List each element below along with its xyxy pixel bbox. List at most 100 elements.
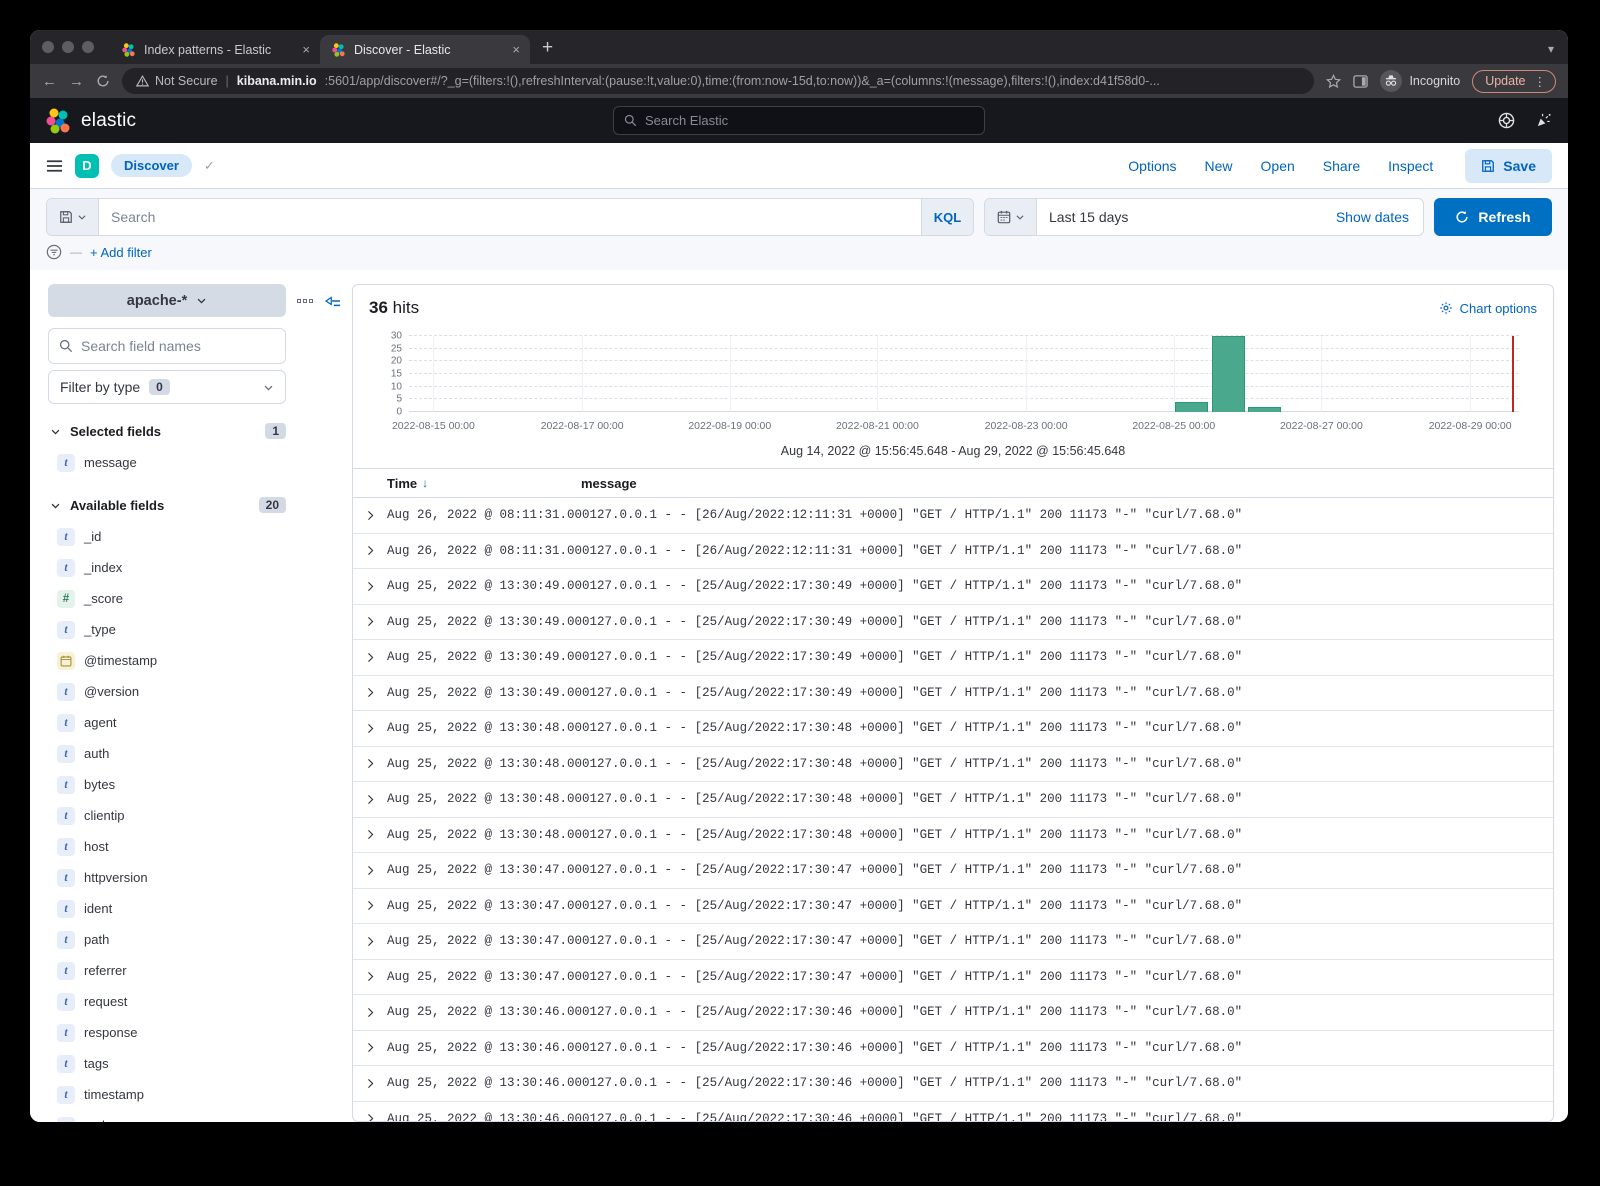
tab-index-patterns[interactable]: Index patterns - Elastic × <box>110 35 320 64</box>
back-icon[interactable]: ← <box>42 74 57 89</box>
expand-row-button[interactable] <box>353 652 387 663</box>
expand-row-button[interactable] <box>353 900 387 911</box>
inspect-button[interactable]: Inspect <box>1388 158 1433 174</box>
minimize-window-button[interactable] <box>62 41 74 53</box>
time-column-header[interactable]: Time↓ <box>387 476 581 491</box>
field-item-type[interactable]: t_type <box>48 614 286 645</box>
field-item-timestamp[interactable]: @timestamp <box>48 645 286 676</box>
forward-icon[interactable]: → <box>69 74 84 89</box>
chart-options-button[interactable]: Chart options <box>1439 301 1537 316</box>
field-item-response[interactable]: tresponse <box>48 1017 286 1048</box>
expand-row-button[interactable] <box>353 1078 387 1089</box>
histogram-bar[interactable] <box>1175 402 1208 412</box>
expand-row-button[interactable] <box>353 723 387 734</box>
histogram-chart[interactable]: 051015202530 <box>409 336 1519 412</box>
help-icon[interactable] <box>1498 112 1515 129</box>
options-button[interactable]: Options <box>1128 158 1176 174</box>
field-item-tags[interactable]: ttags <box>48 1048 286 1079</box>
collapse-sidebar-icon[interactable] <box>325 294 341 308</box>
expand-row-button[interactable] <box>353 687 387 698</box>
sort-descending-icon[interactable]: ↓ <box>422 476 428 490</box>
not-secure-warning[interactable]: Not Secure <box>136 74 218 88</box>
tab-discover[interactable]: Discover - Elastic × <box>320 35 530 64</box>
search-input[interactable] <box>111 209 909 225</box>
window-controls[interactable] <box>42 30 94 64</box>
update-browser-button[interactable]: Update⋮ <box>1472 70 1556 93</box>
bookmark-star-icon[interactable] <box>1326 74 1341 89</box>
elastic-favicon-icon <box>122 43 136 57</box>
global-search-input[interactable] <box>645 113 974 128</box>
close-window-button[interactable] <box>42 41 54 53</box>
expand-row-button[interactable] <box>353 545 387 556</box>
close-tab-icon[interactable]: × <box>302 42 310 57</box>
show-dates-button[interactable]: Show dates <box>1322 199 1423 235</box>
date-quick-menu-button[interactable] <box>985 199 1037 235</box>
add-filter-button[interactable]: + Add filter <box>90 245 152 260</box>
expand-row-button[interactable] <box>353 829 387 840</box>
text-type-icon: t <box>57 1024 75 1042</box>
close-tab-icon[interactable]: × <box>512 42 520 57</box>
message-column-header[interactable]: message <box>581 476 637 491</box>
global-search[interactable] <box>613 106 985 135</box>
field-item-auth[interactable]: tauth <box>48 738 286 769</box>
field-item-request[interactable]: trequest <box>48 986 286 1017</box>
saved-query-menu-button[interactable] <box>47 199 99 235</box>
field-item-httpversion[interactable]: thttpversion <box>48 862 286 893</box>
available-fields-header[interactable]: Available fields 20 <box>48 497 286 513</box>
browser-menu-icon[interactable]: ⋮ <box>1534 74 1548 89</box>
newsfeed-icon[interactable] <box>1535 112 1552 129</box>
field-item-verb[interactable]: tverb <box>48 1110 286 1122</box>
expand-row-button[interactable] <box>353 581 387 592</box>
expand-row-button[interactable] <box>353 794 387 805</box>
refresh-button[interactable]: Refresh <box>1434 198 1552 236</box>
field-item-timestamp[interactable]: ttimestamp <box>48 1079 286 1110</box>
maximize-window-button[interactable] <box>82 41 94 53</box>
kql-search-box[interactable]: KQL <box>46 198 974 236</box>
expand-row-button[interactable] <box>353 758 387 769</box>
url-host: kibana.min.io <box>237 74 317 88</box>
expand-row-button[interactable] <box>353 616 387 627</box>
reload-icon[interactable] <box>96 74 110 88</box>
field-search-input[interactable] <box>81 338 275 354</box>
expand-row-button[interactable] <box>353 1007 387 1018</box>
kql-toggle-button[interactable]: KQL <box>921 199 973 235</box>
field-item-ident[interactable]: tident <box>48 893 286 924</box>
filter-icon[interactable] <box>46 244 62 260</box>
timerange-value[interactable]: Last 15 days <box>1037 199 1322 235</box>
histogram-bar[interactable] <box>1212 336 1245 412</box>
open-button[interactable]: Open <box>1261 158 1295 174</box>
url-bar[interactable]: Not Secure | kibana.min.io :5601/app/dis… <box>122 68 1314 94</box>
field-options-icon[interactable] <box>297 299 313 303</box>
field-item-path[interactable]: tpath <box>48 924 286 955</box>
expand-row-button[interactable] <box>353 936 387 947</box>
filter-by-type-dropdown[interactable]: Filter by type 0 <box>48 370 286 404</box>
field-item-referrer[interactable]: treferrer <box>48 955 286 986</box>
expand-row-button[interactable] <box>353 971 387 982</box>
field-item-clientip[interactable]: tclientip <box>48 800 286 831</box>
expand-row-button[interactable] <box>353 1113 387 1121</box>
field-item-bytes[interactable]: tbytes <box>48 769 286 800</box>
field-item-agent[interactable]: tagent <box>48 707 286 738</box>
field-item-id[interactable]: t_id <box>48 521 286 552</box>
histogram-bar[interactable] <box>1248 407 1281 412</box>
field-search-box[interactable] <box>48 328 286 364</box>
field-item-host[interactable]: thost <box>48 831 286 862</box>
expand-row-button[interactable] <box>353 1042 387 1053</box>
field-item-version[interactable]: t@version <box>48 676 286 707</box>
save-button[interactable]: Save <box>1465 149 1552 183</box>
selected-fields-header[interactable]: Selected fields 1 <box>48 423 286 439</box>
share-button[interactable]: Share <box>1323 158 1360 174</box>
new-button[interactable]: New <box>1205 158 1233 174</box>
menu-hamburger-icon[interactable] <box>46 159 63 173</box>
field-item-score[interactable]: #_score <box>48 583 286 614</box>
tab-search-chevron-icon[interactable]: ▾ <box>1548 42 1554 56</box>
field-item-index[interactable]: t_index <box>48 552 286 583</box>
side-panel-icon[interactable] <box>1353 74 1368 89</box>
breadcrumb[interactable]: Discover <box>111 154 192 177</box>
new-tab-button[interactable]: + <box>542 37 553 59</box>
field-item-message[interactable]: tmessage <box>48 447 286 478</box>
date-picker[interactable]: Last 15 days Show dates <box>984 198 1424 236</box>
expand-row-button[interactable] <box>353 865 387 876</box>
index-pattern-selector[interactable]: apache-* <box>48 284 286 317</box>
expand-row-button[interactable] <box>353 510 387 521</box>
